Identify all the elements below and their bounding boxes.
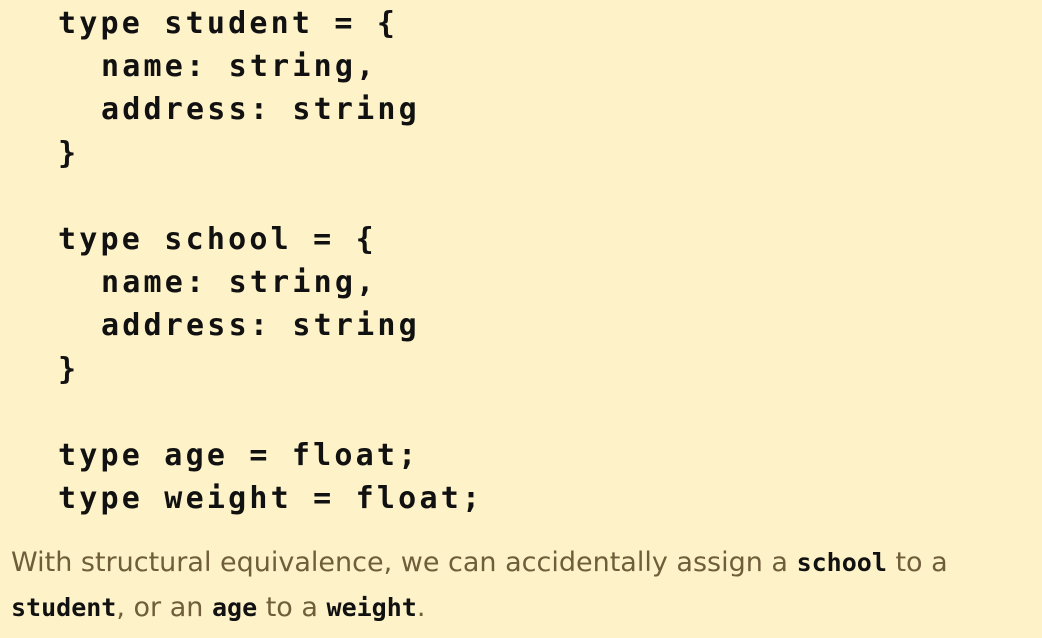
inline-code-age: age [211, 593, 258, 622]
code-line-weight: type weight = float; [58, 481, 484, 517]
code-line-student-open: type student = { [58, 6, 399, 41]
code-line-student-close: } [58, 135, 80, 171]
code-line-school-name: name: string, [101, 265, 378, 301]
prose-text: to a [257, 592, 327, 623]
prose-text: With structural equivalence, we can acci… [11, 547, 797, 578]
code-line-student-address: address: string [101, 92, 420, 128]
code-line-school-close: } [58, 351, 80, 387]
code-line-school-open: type school = { [58, 221, 377, 257]
code-block: type student = { name: string, address: … [58, 2, 483, 520]
prose-text: to a [886, 547, 948, 578]
slide: type student = { name: string, address: … [0, 0, 1042, 638]
inline-code-weight: weight [326, 593, 417, 622]
inline-code-school: school [796, 548, 887, 577]
inline-code-student: student [11, 593, 117, 622]
explanation-paragraph: With structural equivalence, we can acci… [11, 540, 1036, 630]
code-line-school-address: address: string [101, 308, 420, 344]
code-line-age: type age = float; [58, 437, 420, 473]
prose-text: . [416, 592, 426, 623]
prose-text: , or an [116, 592, 212, 623]
code-line-student-name: name: string, [101, 49, 378, 85]
